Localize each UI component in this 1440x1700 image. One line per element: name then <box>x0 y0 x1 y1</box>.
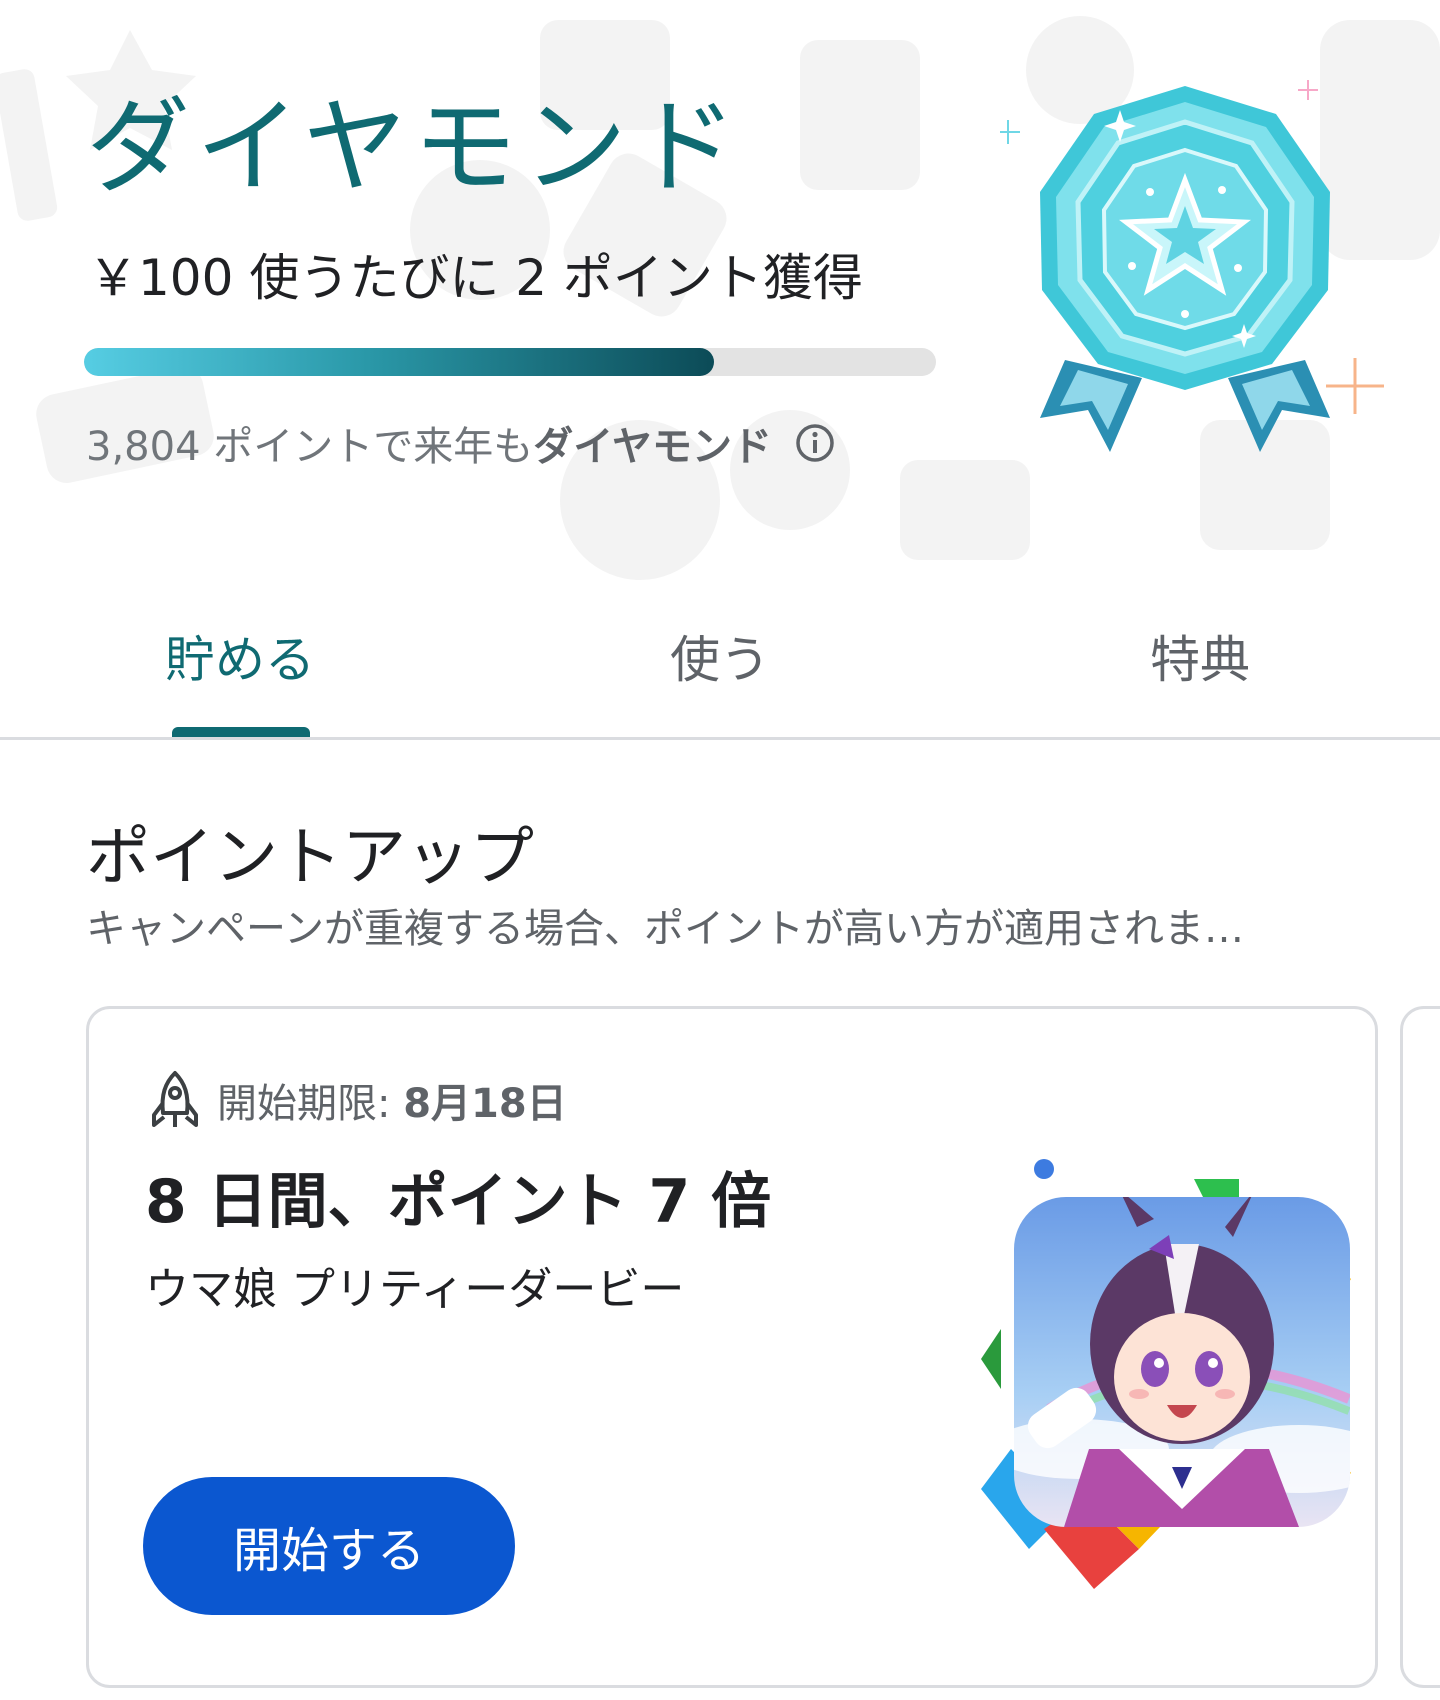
status-points-text: 3,804 ポイントで来年も <box>86 424 534 470</box>
status-tier-text: ダイヤモンド <box>533 424 773 470</box>
deadline-label: 開始期限: <box>217 1081 391 1127</box>
app-icon[interactable] <box>969 1149 1379 1599</box>
promo-title: 8 日間、ポイント 7 倍 <box>145 1167 772 1237</box>
start-button[interactable]: 開始する <box>143 1477 515 1615</box>
tier-name: ダイヤモンド <box>86 86 743 208</box>
tab-earn[interactable]: 貯める <box>0 620 480 692</box>
promo-card[interactable]: 開始期限: 8月18日 8 日間、ポイント 7 倍 ウマ娘 プリティーダービー … <box>86 1006 1378 1688</box>
tab-use[interactable]: 使う <box>480 620 960 692</box>
tab-bar: 貯める 使う 特典 <box>0 600 1440 738</box>
tier-status-line: 3,804 ポイントで来年も ダイヤモンド <box>86 414 836 472</box>
rocket-icon <box>149 1069 201 1131</box>
tier-progress-fill <box>84 348 715 376</box>
diamond-medal-icon <box>1000 80 1384 452</box>
info-icon[interactable] <box>794 422 836 464</box>
section-subtitle: キャンペーンが重複する場合、ポイントが高い方が適用されま… <box>86 906 1244 952</box>
tab-benefits[interactable]: 特典 <box>960 620 1440 692</box>
tier-progress-bar <box>84 348 936 376</box>
tabs-divider <box>0 737 1440 740</box>
promo-app-name: ウマ娘 プリティーダービー <box>145 1264 685 1315</box>
earn-rate-text: ￥100 使うたびに 2 ポイント獲得 <box>88 249 863 307</box>
game-app-icon <box>981 1159 1351 1589</box>
section-title: ポイントアップ <box>86 821 534 895</box>
deadline-date: 8月18日 <box>403 1081 567 1127</box>
next-promo-card[interactable] <box>1400 1006 1440 1688</box>
promo-deadline: 開始期限: 8月18日 <box>149 1069 567 1131</box>
